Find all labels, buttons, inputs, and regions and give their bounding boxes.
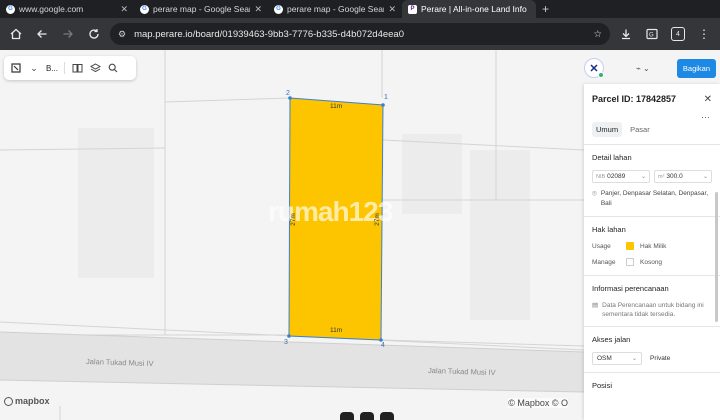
road-access-type: Private (650, 355, 671, 362)
tab-title: www.google.com (19, 4, 84, 14)
tab-pasar[interactable]: Pasar (626, 122, 654, 137)
top-right-controls: ✕ ⌁ ⌄ Bagikan (584, 56, 716, 80)
section-title-akses-jalan: Akses jalan (592, 335, 631, 344)
tab-close-icon[interactable]: ✕ (388, 4, 396, 15)
bookmark-star-icon[interactable]: ☆ (593, 29, 602, 40)
reload-icon[interactable] (84, 24, 104, 44)
parcel-panel: Parcel ID: 17842857 ✕ ··· Umum Pasar Det… (584, 84, 720, 420)
browser-tab-search-2[interactable]: G perare map - Google Search ✕ (268, 0, 402, 18)
google-icon: G (6, 4, 15, 14)
section-title-posisi: Posisi (592, 381, 613, 390)
location-row: ⌾ Panjer, Denpasar Selatan, Denpasar, Ba… (584, 189, 720, 209)
panel-tabs: Umum Pasar (584, 122, 720, 137)
location-text: Panjer, Denpasar Selatan, Denpasar, Bali (600, 190, 709, 207)
vertex-label-4: 4 (381, 342, 385, 349)
forward-icon[interactable] (58, 24, 78, 44)
extensions-badge[interactable]: 4 (668, 24, 688, 44)
tab-title: Perare | All-in-one Land Info (421, 4, 527, 14)
tab-close-icon[interactable]: ✕ (254, 4, 262, 15)
vertex-label-2: 2 (286, 90, 290, 97)
browser-toolbar: ⚙ map.perare.io/board/01939463-9bb3-7776… (0, 18, 720, 50)
document-icon: ▤ (592, 302, 599, 309)
perare-icon: P (408, 4, 417, 14)
panel-scrollbar[interactable] (715, 192, 718, 322)
chevron-down-icon[interactable]: ⌄ (28, 62, 40, 74)
more-options-icon[interactable]: ··· (701, 112, 710, 122)
dimension-label-right: 27m (373, 213, 381, 226)
download-icon[interactable] (616, 24, 636, 44)
share-button[interactable]: Bagikan (676, 58, 716, 78)
google-icon: G (140, 4, 149, 14)
chevron-down-icon: ⌄ (640, 174, 646, 180)
browser-tab-google[interactable]: G www.google.com ✕ (0, 0, 134, 18)
svg-text:G: G (649, 33, 654, 39)
vertex-label-3: 3 (284, 339, 288, 346)
online-status-dot (598, 72, 604, 78)
manage-row: Manage Kosong (592, 258, 663, 266)
section-title-detail-lahan: Detail lahan (592, 153, 632, 162)
dimension-label-left: 27m (289, 213, 297, 226)
book-icon[interactable] (71, 62, 83, 74)
google-icon: G (274, 4, 283, 14)
vertex-label-1: 1 (384, 94, 388, 101)
dimension-label-top: 11m (330, 103, 343, 110)
map-toolbar: ⌄ B... (4, 56, 136, 80)
translate-icon[interactable]: G (642, 24, 662, 44)
manage-color-swatch (626, 258, 634, 266)
layers-icon[interactable] (89, 62, 101, 74)
dimension-label-bottom: 11m (330, 327, 343, 334)
tab-title: perare map - Google Search (153, 4, 251, 14)
usage-row: Usage Hak Milik (592, 242, 667, 250)
basemap-label[interactable]: B... (46, 64, 58, 73)
back-icon[interactable] (32, 24, 52, 44)
new-tab-button[interactable]: + (536, 0, 555, 18)
address-bar[interactable]: ⚙ map.perare.io/board/01939463-9bb3-7776… (110, 23, 610, 45)
mode-toggle-icon[interactable]: ⌁ ⌄ (636, 64, 650, 73)
browser-tab-strip: G www.google.com ✕ G perare map - Google… (0, 0, 720, 18)
taskbar-strip (340, 412, 400, 420)
chevron-down-icon: ⌄ (631, 356, 637, 362)
home-icon[interactable] (6, 24, 26, 44)
parcel-id-title: Parcel ID: 17842857 (592, 94, 677, 104)
close-icon[interactable]: ✕ (704, 94, 712, 105)
menu-icon[interactable]: ⋮ (694, 24, 714, 44)
road-source-select[interactable]: OSM ⌄ (592, 352, 642, 365)
area-select[interactable]: m² 300.0 ⌄ (654, 170, 712, 183)
panel-header: Parcel ID: 17842857 ✕ (584, 84, 720, 114)
section-title-perencanaan: Informasi perencanaan (592, 284, 669, 293)
mapbox-logo[interactable]: mapbox (4, 396, 50, 406)
layers-style-icon[interactable] (10, 62, 22, 74)
perencanaan-note: ▤ Data Perencanaan untuk bidang ini seme… (592, 302, 704, 318)
section-title-hak-lahan: Hak lahan (592, 225, 626, 234)
url-text: map.perare.io/board/01939463-9bb3-7776-b… (134, 28, 404, 40)
tab-title: perare map - Google Search (287, 4, 385, 14)
search-icon[interactable] (107, 62, 119, 74)
chevron-down-icon: ⌄ (702, 174, 708, 180)
map-attribution[interactable]: © Mapbox © O (508, 398, 568, 408)
site-settings-icon[interactable]: ⚙ (118, 29, 126, 40)
usage-color-swatch (626, 242, 634, 250)
perare-logo[interactable]: ✕ (584, 58, 604, 78)
tab-close-icon[interactable]: ✕ (120, 4, 128, 15)
map-pin-icon: ⌾ (592, 189, 597, 198)
browser-tab-perare[interactable]: P Perare | All-in-one Land Info (402, 0, 536, 18)
browser-tab-search-1[interactable]: G perare map - Google Search ✕ (134, 0, 268, 18)
tab-umum[interactable]: Umum (592, 122, 623, 137)
mapbox-icon (4, 396, 13, 406)
nib-select[interactable]: NIB 02089 ⌄ (592, 170, 650, 183)
map-canvas[interactable]: rumah123 2 1 3 4 11m 11m 27m 27m Jalan T… (0, 50, 720, 420)
